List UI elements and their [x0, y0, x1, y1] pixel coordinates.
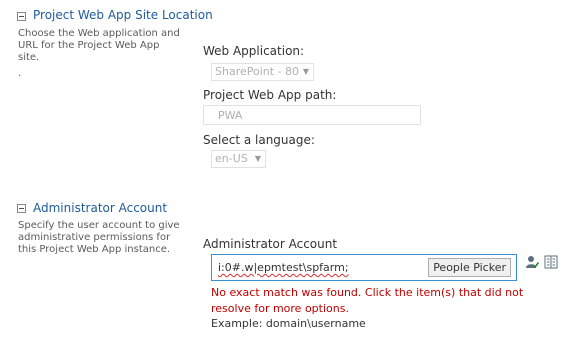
collapse-icon[interactable]	[17, 12, 26, 21]
web-application-value: SharePoint - 80	[215, 65, 300, 78]
error-message: No exact match was found. Click the item…	[211, 286, 524, 315]
dropdown-arrow-icon: ▼	[254, 154, 261, 163]
section-title-admin: Administrator Account	[33, 201, 168, 215]
section-note: .	[18, 68, 22, 79]
page: Project Web App Site Location Choose the…	[0, 0, 567, 346]
admin-account-value: i:0#.w|epmtest\spfarm;	[218, 261, 349, 274]
section-description-pwa-site: Choose the Web application and URL for t…	[18, 28, 180, 63]
language-select[interactable]: en-US ▼	[211, 150, 266, 168]
language-value: en-US	[215, 152, 248, 165]
admin-account-label: Administrator Account	[203, 237, 338, 251]
example-hint: Example: domain\username	[211, 317, 366, 330]
pwa-path-input[interactable]: PWA	[203, 105, 421, 125]
web-application-select[interactable]: SharePoint - 80 ▼	[211, 63, 314, 81]
section-title-pwa-site: Project Web App Site Location	[33, 8, 213, 22]
collapse-icon[interactable]	[17, 204, 26, 213]
people-picker-button[interactable]: People Picker	[428, 258, 511, 277]
language-label: Select a language:	[203, 133, 315, 147]
check-names-icon[interactable]	[526, 254, 540, 273]
admin-account-input[interactable]: i:0#.w|epmtest\spfarm; People Picker	[211, 254, 517, 281]
pwa-path-label: Project Web App path:	[203, 88, 337, 102]
section-description-admin: Specify the user account to give adminis…	[18, 220, 180, 255]
web-application-label: Web Application:	[203, 44, 305, 58]
dropdown-arrow-icon: ▼	[302, 67, 309, 76]
address-book-icon[interactable]	[544, 254, 558, 273]
